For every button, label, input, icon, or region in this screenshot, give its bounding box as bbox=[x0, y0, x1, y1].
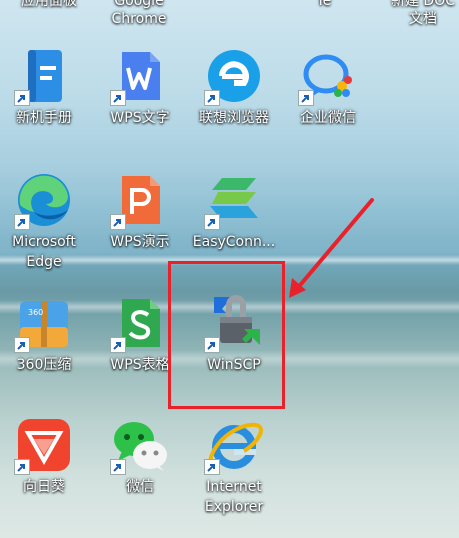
annotation-arrow-icon bbox=[289, 198, 374, 298]
